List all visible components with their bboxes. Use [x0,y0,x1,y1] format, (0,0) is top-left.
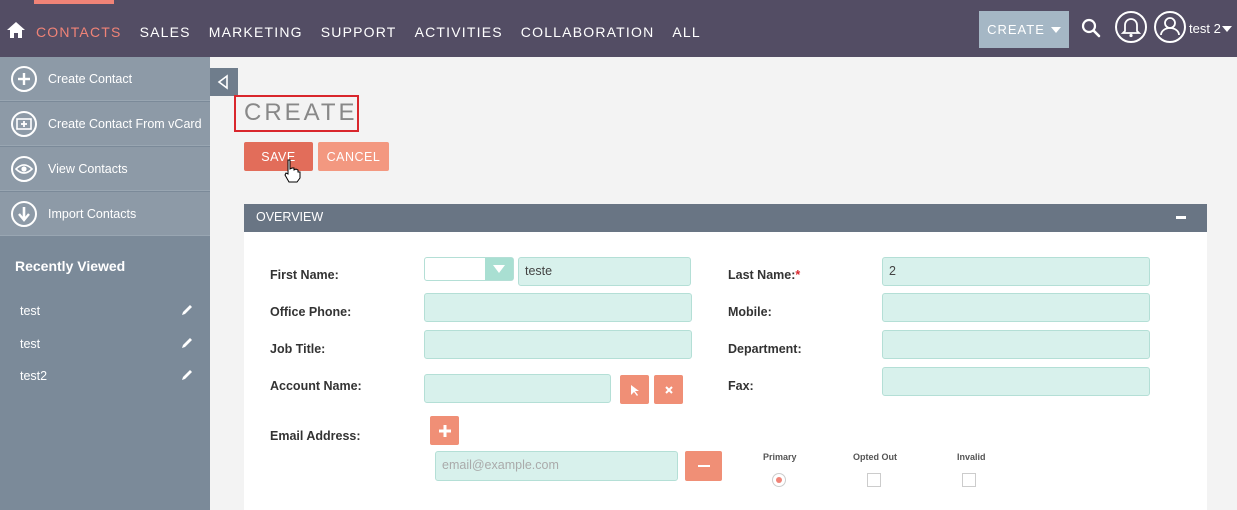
sidebar: Create Contact Create Contact From vCard… [0,57,210,510]
collapse-sidebar-icon[interactable] [210,68,238,96]
salutation-select[interactable] [424,257,514,281]
main-nav: CONTACTS SALES MARKETING SUPPORT ACTIVIT… [36,24,719,40]
pencil-icon[interactable] [180,336,194,350]
minus-icon [697,465,710,467]
nav-activities[interactable]: ACTIVITIES [415,24,503,40]
sidebar-item-label: View Contacts [48,161,128,176]
sidebar-item-view-contacts[interactable]: View Contacts [0,147,210,191]
recently-viewed-heading: Recently Viewed [15,258,126,274]
sidebar-item-create-from-vcard[interactable]: Create Contact From vCard [0,102,210,146]
overview-panel-header[interactable]: OVERVIEW [244,204,1207,232]
first-name-label: First Name: [270,268,339,282]
select-arrow-icon [630,384,639,396]
account-name-label: Account Name: [270,379,362,393]
account-name-input[interactable] [424,374,611,403]
global-create-button[interactable]: CREATE [979,11,1069,48]
sidebar-item-import-contacts[interactable]: Import Contacts [0,192,210,236]
plus-icon [438,424,451,437]
office-phone-label: Office Phone: [270,305,352,319]
clear-account-button[interactable] [654,375,683,404]
email-opted-out-checkbox[interactable] [867,473,881,487]
recent-item[interactable]: test [0,330,210,360]
panel-title: OVERVIEW [256,210,324,224]
user-avatar-icon[interactable] [1153,10,1187,44]
active-tab-indicator [34,0,114,4]
mobile-input[interactable] [882,293,1150,322]
sidebar-item-label: Create Contact From vCard [48,116,202,131]
email-input[interactable]: email@example.com [435,451,678,481]
email-invalid-checkbox[interactable] [962,473,976,487]
home-icon[interactable] [6,20,26,40]
mobile-label: Mobile: [728,305,772,319]
department-label: Department: [728,342,802,356]
user-name[interactable]: test 2 [1189,21,1221,36]
save-button[interactable]: SAVE [244,142,313,171]
email-address-label: Email Address: [270,429,361,443]
job-title-input[interactable] [424,330,692,359]
search-icon[interactable] [1079,16,1103,40]
nav-marketing[interactable]: MARKETING [209,24,303,40]
job-title-label: Job Title: [270,342,326,356]
last-name-label-text: Last Name: [728,268,796,282]
nav-contacts[interactable]: CONTACTS [36,24,122,40]
recent-item[interactable]: test2 [0,362,210,392]
department-input[interactable] [882,330,1150,359]
nav-all[interactable]: ALL [672,24,701,40]
required-marker: * [795,268,801,282]
recent-item-label[interactable]: test [20,304,40,318]
fax-label: Fax: [728,379,754,393]
title-highlight-box [234,95,359,132]
bell-icon[interactable] [1114,10,1148,44]
recent-item-label[interactable]: test [20,337,40,351]
opted-out-column-label: Opted Out [853,452,897,462]
invalid-column-label: Invalid [957,452,986,462]
hand-cursor-icon [284,159,301,183]
chevron-down-icon [1050,26,1061,33]
vcard-icon [11,110,37,137]
sidebar-item-create-contact[interactable]: Create Contact [0,57,210,101]
select-account-button[interactable] [620,375,649,404]
dropdown-arrow-icon[interactable] [485,258,513,280]
office-phone-input[interactable] [424,293,692,322]
user-menu-chevron-icon[interactable] [1222,26,1232,32]
last-name-input[interactable]: 2 [882,257,1150,286]
primary-column-label: Primary [763,452,797,462]
remove-email-button[interactable] [685,451,722,481]
last-name-label: Last Name:* [728,268,800,282]
eye-icon [11,155,37,182]
close-icon [664,385,673,394]
pencil-icon[interactable] [180,303,194,317]
pencil-icon[interactable] [180,368,194,382]
top-nav-bar: CONTACTS SALES MARKETING SUPPORT ACTIVIT… [0,0,1237,57]
sidebar-item-label: Import Contacts [48,206,137,221]
sidebar-item-label: Create Contact [48,71,133,86]
add-email-button[interactable] [430,416,459,445]
recent-item[interactable]: test [0,297,210,327]
global-create-label: CREATE [987,22,1045,37]
fax-input[interactable] [882,367,1150,396]
recent-item-label[interactable]: test2 [20,369,47,383]
email-primary-radio[interactable] [772,473,786,487]
first-name-input[interactable]: teste [518,257,691,286]
download-arrow-icon [11,200,37,227]
radio-selected-dot [776,477,782,483]
plus-circle-icon [11,65,37,92]
nav-support[interactable]: SUPPORT [321,24,397,40]
collapse-minus-icon[interactable] [1176,216,1186,219]
cancel-button[interactable]: CANCEL [318,142,389,171]
nav-sales[interactable]: SALES [140,24,191,40]
nav-collaboration[interactable]: COLLABORATION [521,24,655,40]
